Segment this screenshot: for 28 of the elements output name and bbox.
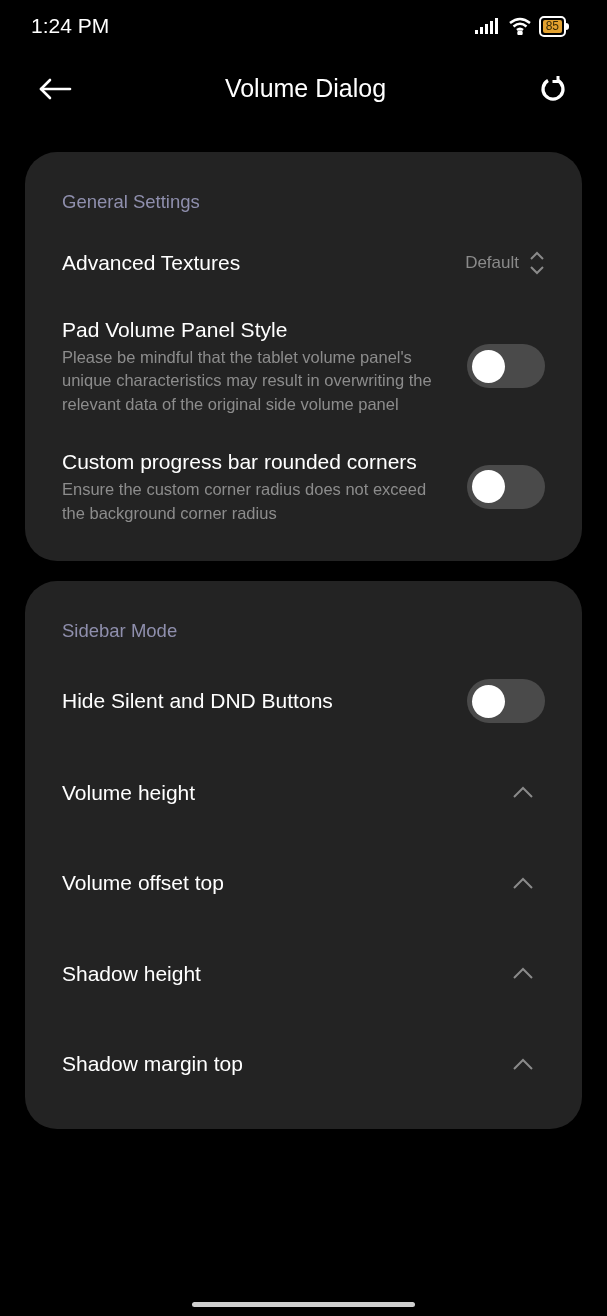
reset-icon[interactable] [539,75,567,103]
back-arrow-icon[interactable] [38,77,72,101]
setting-label: Custom progress bar rounded corners [62,449,418,476]
setting-label: Volume height [62,779,196,806]
setting-label: Pad Volume Panel Style [62,316,289,343]
up-down-chevron-icon [529,249,545,276]
chevron-up-icon[interactable] [513,786,533,799]
page-title: Volume Dialog [224,73,387,105]
setting-label: Advanced Textures [62,250,241,276]
chevron-up-icon[interactable] [513,1057,533,1070]
chevron-up-icon[interactable] [513,967,533,980]
toggle-switch[interactable] [467,679,545,723]
setting-label: Hide Silent and DND Buttons [62,688,333,714]
toggle-switch[interactable] [467,344,545,388]
toggle-switch[interactable] [467,464,545,509]
setting-label: Volume offset top [62,870,224,896]
section-header: General Settings [62,190,201,214]
setting-description: Please be mindful that the tablet volume panel's unique characteristics may result in overwriting the relevant data of the original side volume panel [62,346,433,415]
setting-label: Shadow margin top [62,1051,243,1077]
dropdown-value[interactable]: Default [465,250,519,276]
status-time: 1:24 PM [31,13,110,40]
section-header: Sidebar Mode [62,619,179,644]
battery-indicator: 85 [538,15,566,37]
wifi-icon [508,17,531,35]
signal-icon [474,18,501,34]
setting-description: Ensure the custom corner radius does not exceed the background corner radius [62,479,428,524]
chevron-up-icon[interactable] [513,876,533,889]
setting-label: Shadow height [62,960,201,987]
